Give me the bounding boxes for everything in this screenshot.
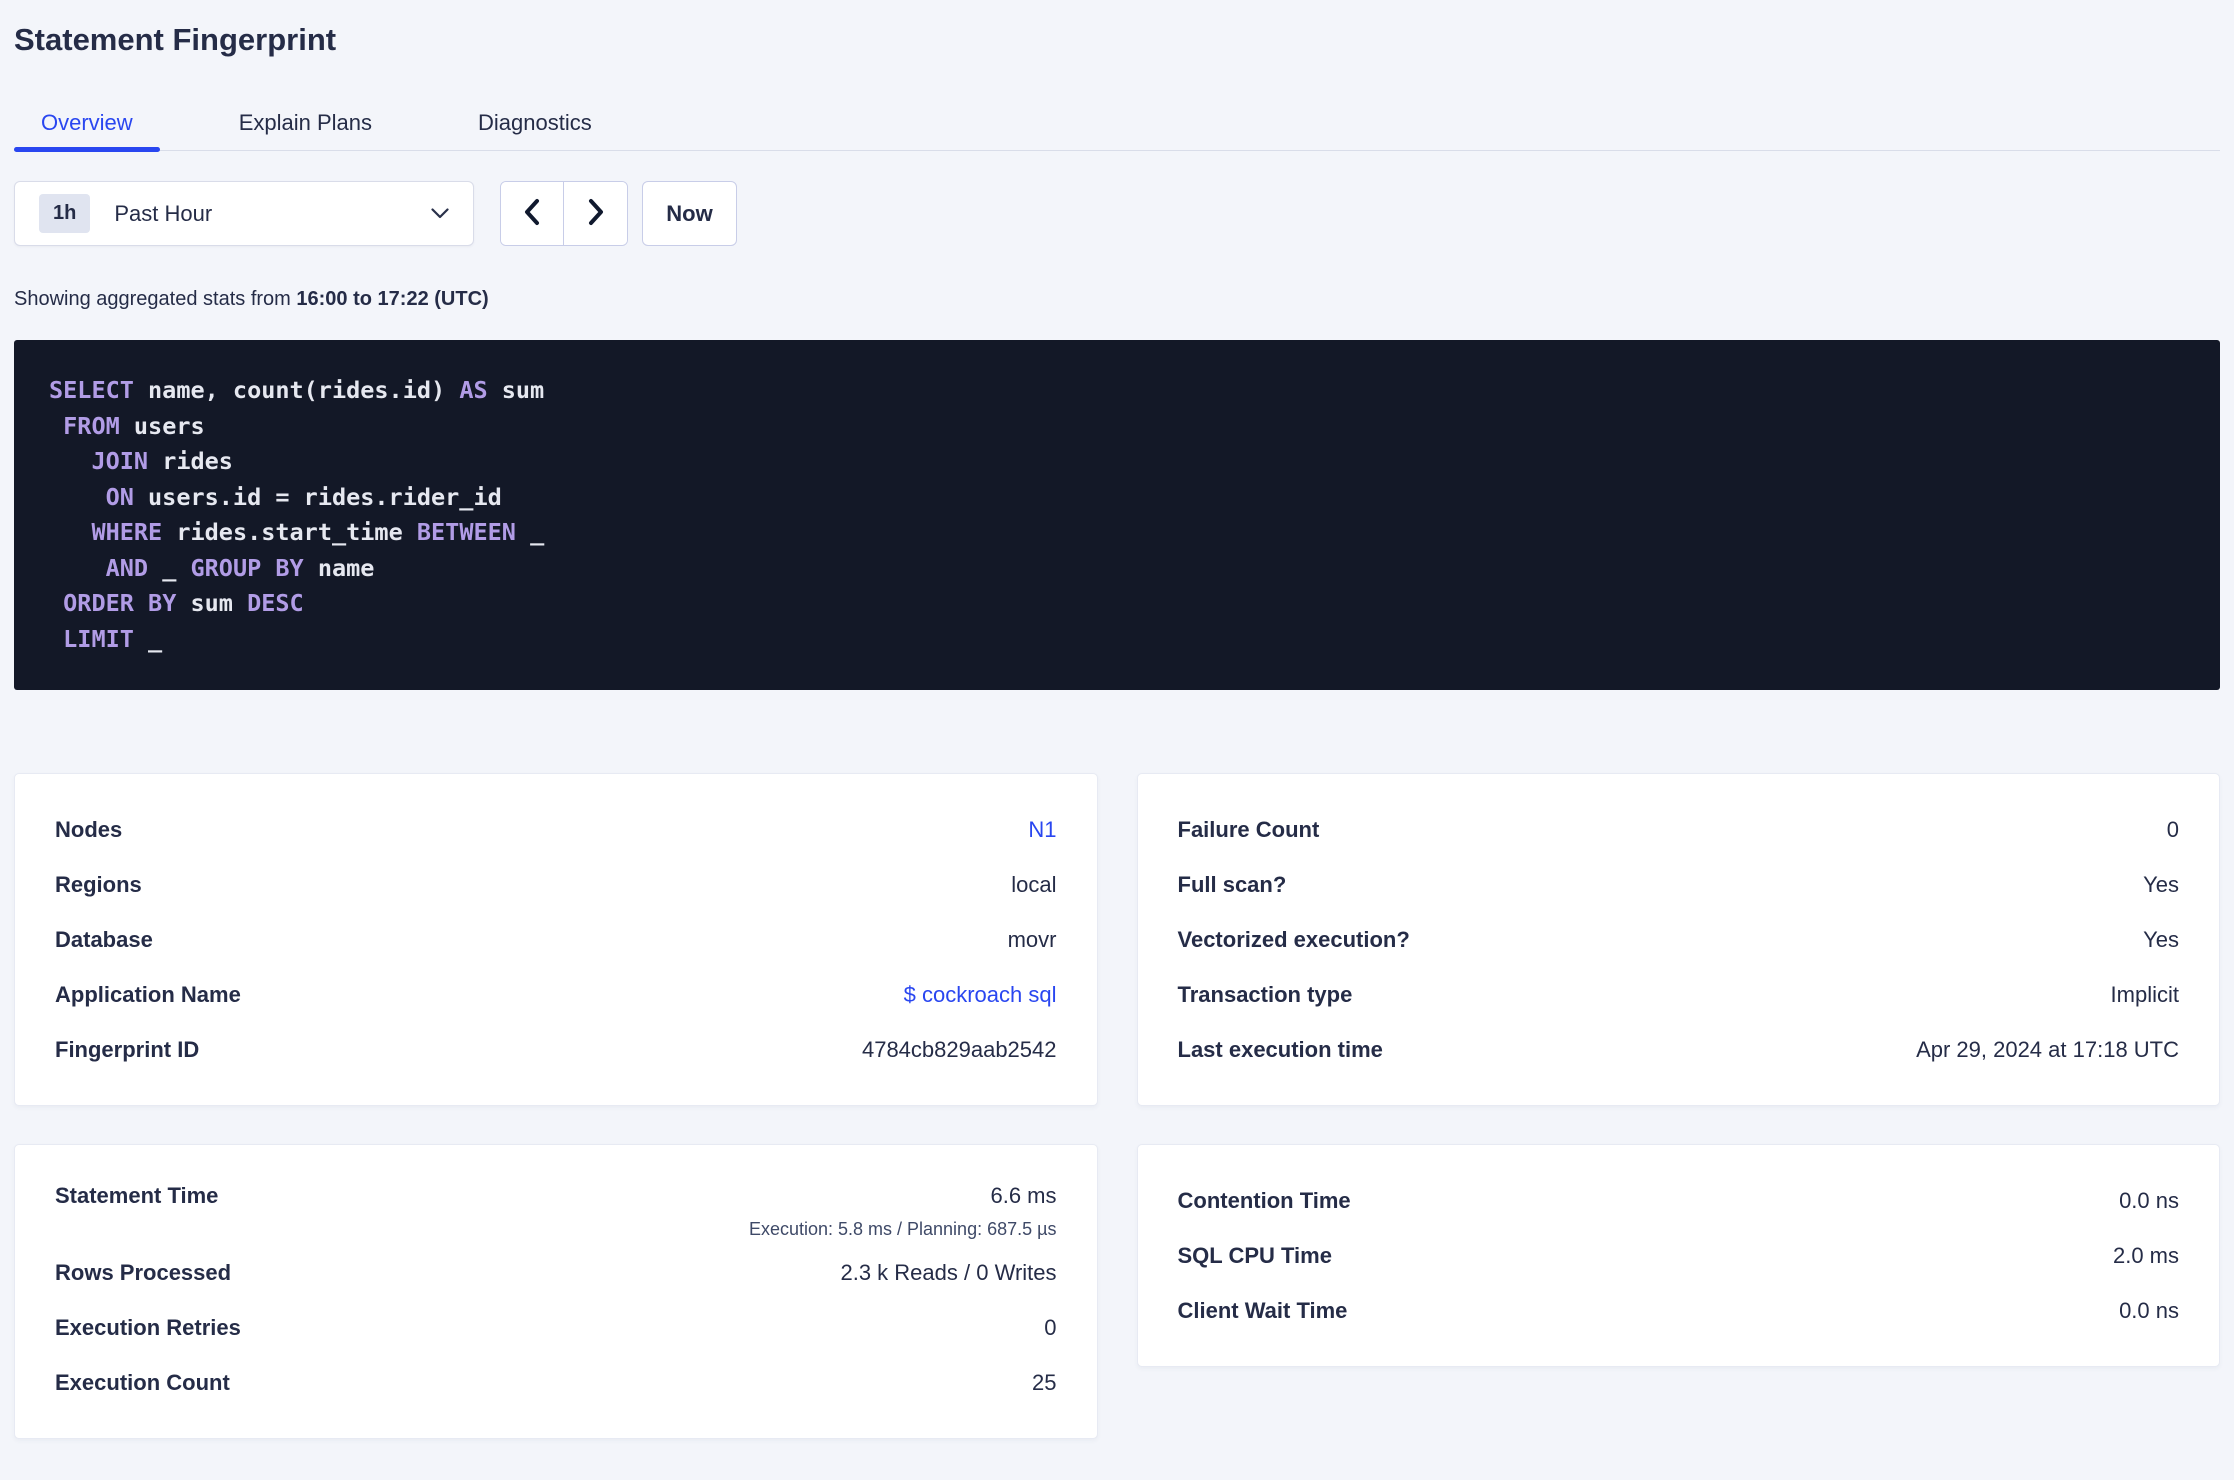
details-cards-row: Nodes N1 Regions local Database movr Applicati… xyxy=(14,773,2220,1106)
stat-value: Yes xyxy=(2143,871,2179,897)
stat-label: Fingerprint ID xyxy=(55,1036,200,1062)
stat-row-full-scan: Full scan? Yes xyxy=(1178,857,2180,912)
sql-line: ORDER BY sum DESC xyxy=(63,589,304,617)
time-range-nav xyxy=(500,181,628,246)
statement-fingerprint-page: Statement Fingerprint Overview Explain Pl… xyxy=(0,22,2234,1439)
stat-row-database: Database movr xyxy=(55,912,1057,967)
wait-time-card: Contention Time 0.0 ns SQL CPU Time 2.0 ms C… xyxy=(1136,1144,2220,1367)
stat-label: Full scan? xyxy=(1177,871,1287,897)
stat-label: Rows Processed xyxy=(55,1259,232,1285)
stat-row-failure-count: Failure Count 0 xyxy=(1178,802,2180,857)
time-interval-dropdown[interactable]: 1h Past Hour xyxy=(14,181,474,246)
stat-row-rows-processed: Rows Processed 2.3 k Reads / 0 Writes xyxy=(55,1245,1057,1300)
stat-value: 4784cb829aab2542 xyxy=(861,1036,1057,1062)
tab-overview[interactable]: Overview xyxy=(14,95,160,152)
now-button[interactable]: Now xyxy=(642,181,737,246)
sql-line: JOIN rides xyxy=(91,447,233,475)
execution-attributes-card: Failure Count 0 Full scan? Yes Vectorized ex… xyxy=(1136,773,2220,1106)
stat-row-nodes: Nodes N1 xyxy=(55,802,1057,857)
stat-row-execution-count: Execution Count 25 xyxy=(55,1355,1057,1410)
stat-row-application-name: Application Name $ cockroach sql xyxy=(55,967,1057,1022)
chevron-down-icon xyxy=(431,208,449,219)
tab-diagnostics[interactable]: Diagnostics xyxy=(451,95,619,150)
sql-statement: SELECT name, count(rides.id) AS sum FROM… xyxy=(14,340,2220,690)
stat-row-last-execution-time: Last execution time Apr 29, 2024 at 17:18… xyxy=(1178,1022,2180,1077)
stat-value: 25 xyxy=(1032,1369,1057,1395)
stat-label: Last execution time xyxy=(1177,1036,1383,1062)
stat-label: Nodes xyxy=(55,816,123,842)
stat-value: Yes xyxy=(2143,926,2179,952)
stat-row-sql-cpu-time: SQL CPU Time 2.0 ms xyxy=(1178,1228,2180,1283)
stat-row-contention-time: Contention Time 0.0 ns xyxy=(1178,1173,2180,1228)
stat-label: Application Name xyxy=(55,981,241,1007)
stat-row-execution-retries: Execution Retries 0 xyxy=(55,1300,1057,1355)
sql-line: SELECT name, count(rides.id) AS sum xyxy=(49,376,545,404)
stat-value: 2.0 ms xyxy=(2112,1242,2179,1268)
time-controls: 1h Past Hour Now xyxy=(14,181,2220,246)
statement-time-card: Statement Time 6.6 ms Execution: 5.8 ms / … xyxy=(14,1144,1098,1439)
stat-label: Execution Count xyxy=(55,1369,230,1395)
sql-line: WHERE rides.start_time BETWEEN _ xyxy=(91,518,545,546)
interval-label: Past Hour xyxy=(114,200,213,226)
stat-row-regions: Regions local xyxy=(55,857,1057,912)
stat-label: Database xyxy=(55,926,153,952)
stat-label: Transaction type xyxy=(1177,981,1353,1007)
chevron-left-icon xyxy=(522,197,542,230)
application-name-link[interactable]: $ cockroach sql xyxy=(904,982,1057,1008)
tab-bar: Overview Explain Plans Diagnostics xyxy=(14,95,2220,152)
note-time-range: 16:00 to 17:22 (UTC) xyxy=(296,288,489,310)
sql-line: FROM users xyxy=(63,411,205,440)
stat-value: 0.0 ns xyxy=(2119,1297,2179,1323)
stat-value: movr xyxy=(1007,926,1057,952)
stat-label: SQL CPU Time xyxy=(1177,1242,1332,1268)
stat-label: Vectorized execution? xyxy=(1177,926,1410,952)
stat-value: 6.6 ms xyxy=(990,1183,1057,1208)
stat-label: Contention Time xyxy=(1177,1187,1351,1213)
sql-line: AND _ GROUP BY name xyxy=(105,553,375,582)
stat-row-vectorized-execution: Vectorized execution? Yes xyxy=(1178,912,2180,967)
stat-value: Apr 29, 2024 at 17:18 UTC xyxy=(1916,1036,2179,1062)
next-interval-button[interactable] xyxy=(564,182,627,245)
stat-label: Execution Retries xyxy=(55,1314,241,1340)
tab-explain-plans[interactable]: Explain Plans xyxy=(212,95,399,150)
stat-value: local xyxy=(1011,871,1057,897)
aggregated-stats-note: Showing aggregated stats from 16:00 to 1… xyxy=(14,288,2220,311)
note-prefix: Showing aggregated stats from xyxy=(14,288,297,310)
interval-badge: 1h xyxy=(39,194,91,233)
stat-value: 0 xyxy=(1044,1314,1057,1340)
page-title: Statement Fingerprint xyxy=(14,22,337,57)
stat-row-fingerprint-id: Fingerprint ID 4784cb829aab2542 xyxy=(55,1022,1057,1077)
stat-value: 2.3 k Reads / 0 Writes xyxy=(840,1259,1057,1285)
stat-value: 0.0 ns xyxy=(2119,1187,2179,1213)
chevron-right-icon xyxy=(586,197,606,230)
stat-row-transaction-type: Transaction type Implicit xyxy=(1178,967,2180,1022)
stat-row-statement-time: Statement Time 6.6 ms xyxy=(55,1173,1057,1219)
stat-row-client-wait-time: Client Wait Time 0.0 ns xyxy=(1178,1283,2180,1338)
stat-value: Implicit xyxy=(2110,981,2179,1007)
nodes-link[interactable]: N1 xyxy=(1028,817,1056,843)
stat-subvalue: Execution: 5.8 ms / Planning: 687.5 µs xyxy=(748,1219,1057,1239)
sql-line: ON users.id = rides.rider_id xyxy=(105,482,502,511)
timing-cards-row: Statement Time 6.6 ms Execution: 5.8 ms / … xyxy=(14,1144,2220,1439)
stat-label: Client Wait Time xyxy=(1177,1297,1348,1323)
stat-label: Statement Time xyxy=(55,1183,219,1208)
prev-interval-button[interactable] xyxy=(501,182,564,245)
stat-label: Failure Count xyxy=(1177,816,1320,842)
stat-value: 0 xyxy=(2166,816,2179,842)
stat-label: Regions xyxy=(55,871,142,897)
statement-details-card: Nodes N1 Regions local Database movr Applicati… xyxy=(14,773,1098,1106)
sql-line: LIMIT _ xyxy=(63,624,163,653)
